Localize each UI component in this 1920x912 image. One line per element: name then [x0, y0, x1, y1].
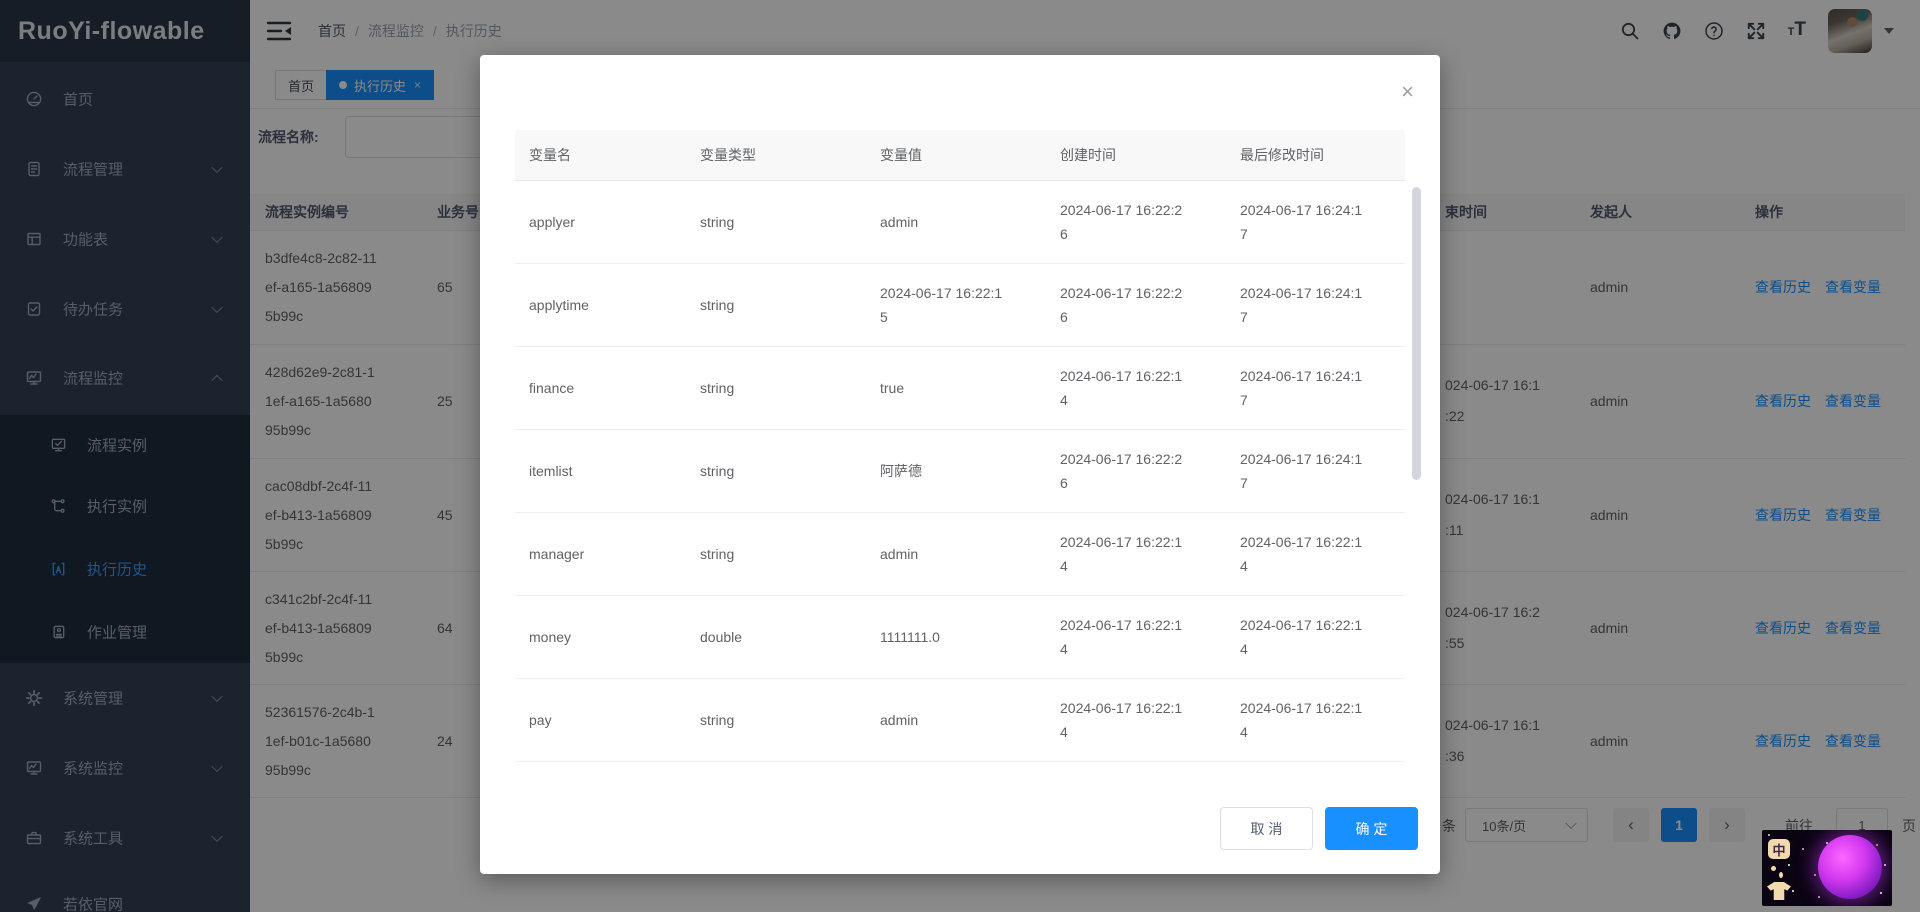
sticker-dot: [1771, 866, 1776, 871]
var-value-cell: admin: [880, 181, 1060, 264]
variable-row: pay string admin 2024-06-17 16:22:14 202…: [515, 679, 1405, 762]
var-name-cell: applytime: [515, 264, 700, 347]
galaxy-sticker[interactable]: 中: [1762, 830, 1892, 906]
var-type-cell: string: [700, 347, 880, 430]
created-time-cell: 2024-06-17 16:22:14: [1060, 347, 1240, 430]
created-time-cell: 2024-06-17 16:22:26: [1060, 181, 1240, 264]
app-root: RuoYi-flowable 首页 流程管理 功能表 待办任务: [0, 0, 1920, 912]
variable-row: applyer string admin 2024-06-17 16:22:26…: [515, 181, 1405, 264]
modified-time-cell: 2024-06-17 16:22:14: [1240, 596, 1405, 679]
variable-row: manager string admin 2024-06-17 16:22:14…: [515, 513, 1405, 596]
tshirt-icon: [1767, 882, 1791, 900]
var-value-cell: 1111111.0: [880, 596, 1060, 679]
modified-time-cell: 2024-06-17 16:24:17: [1240, 430, 1405, 513]
created-time-cell: 2024-06-17 16:22:14: [1060, 679, 1240, 762]
variable-row: finance string true 2024-06-17 16:22:14 …: [515, 347, 1405, 430]
var-name-cell: manager: [515, 513, 700, 596]
variables-table: 变量名 变量类型 变量值 创建时间 最后修改时间 applyer string …: [515, 130, 1405, 762]
modal-scrollbar-thumb[interactable]: [1412, 187, 1421, 480]
created-time-cell: 2024-06-17 16:22:26: [1060, 430, 1240, 513]
purple-planet-icon: [1818, 835, 1882, 899]
var-type-cell: double: [700, 596, 880, 679]
close-icon[interactable]: ×: [1401, 81, 1414, 103]
column-header-var-value: 变量值: [880, 130, 1060, 181]
column-header-created-time: 创建时间: [1060, 130, 1240, 181]
column-header-var-name: 变量名: [515, 130, 700, 181]
var-value-cell: 阿萨德: [880, 430, 1060, 513]
variables-table-header: 变量名 变量类型 变量值 创建时间 最后修改时间: [515, 130, 1405, 181]
created-time-cell: 2024-06-17 16:22:14: [1060, 596, 1240, 679]
var-name-cell: itemlist: [515, 430, 700, 513]
sticker-dot: [1779, 872, 1783, 878]
cancel-button[interactable]: 取 消: [1220, 807, 1313, 850]
variable-row: applytime string 2024-06-17 16:22:15 202…: [515, 264, 1405, 347]
modified-time-cell: 2024-06-17 16:24:17: [1240, 264, 1405, 347]
variables-dialog: × 变量名 变量类型 变量值 创建时间 最后修改时间 applyer strin…: [480, 55, 1440, 874]
var-name-cell: finance: [515, 347, 700, 430]
var-type-cell: string: [700, 264, 880, 347]
modified-time-cell: 2024-06-17 16:22:14: [1240, 513, 1405, 596]
var-value-cell: admin: [880, 513, 1060, 596]
var-type-cell: string: [700, 679, 880, 762]
stars-decoration: [1768, 834, 1770, 836]
var-name-cell: applyer: [515, 181, 700, 264]
variable-row: itemlist string 阿萨德 2024-06-17 16:22:26 …: [515, 430, 1405, 513]
modified-time-cell: 2024-06-17 16:22:14: [1240, 679, 1405, 762]
var-type-cell: string: [700, 430, 880, 513]
var-value-cell: true: [880, 347, 1060, 430]
created-time-cell: 2024-06-17 16:22:14: [1060, 513, 1240, 596]
column-header-var-type: 变量类型: [700, 130, 880, 181]
var-value-cell: admin: [880, 679, 1060, 762]
var-value-cell: 2024-06-17 16:22:15: [880, 264, 1060, 347]
modified-time-cell: 2024-06-17 16:24:17: [1240, 347, 1405, 430]
var-type-cell: string: [700, 513, 880, 596]
var-type-cell: string: [700, 181, 880, 264]
confirm-button[interactable]: 确 定: [1325, 807, 1418, 850]
variable-row: money double 1111111.0 2024-06-17 16:22:…: [515, 596, 1405, 679]
created-time-cell: 2024-06-17 16:22:26: [1060, 264, 1240, 347]
column-header-modified-time: 最后修改时间: [1240, 130, 1405, 181]
var-name-cell: pay: [515, 679, 700, 762]
modal-footer: 取 消 确 定: [1220, 807, 1418, 850]
modified-time-cell: 2024-06-17 16:24:17: [1240, 181, 1405, 264]
sticker-badge: 中: [1768, 839, 1790, 859]
var-name-cell: money: [515, 596, 700, 679]
